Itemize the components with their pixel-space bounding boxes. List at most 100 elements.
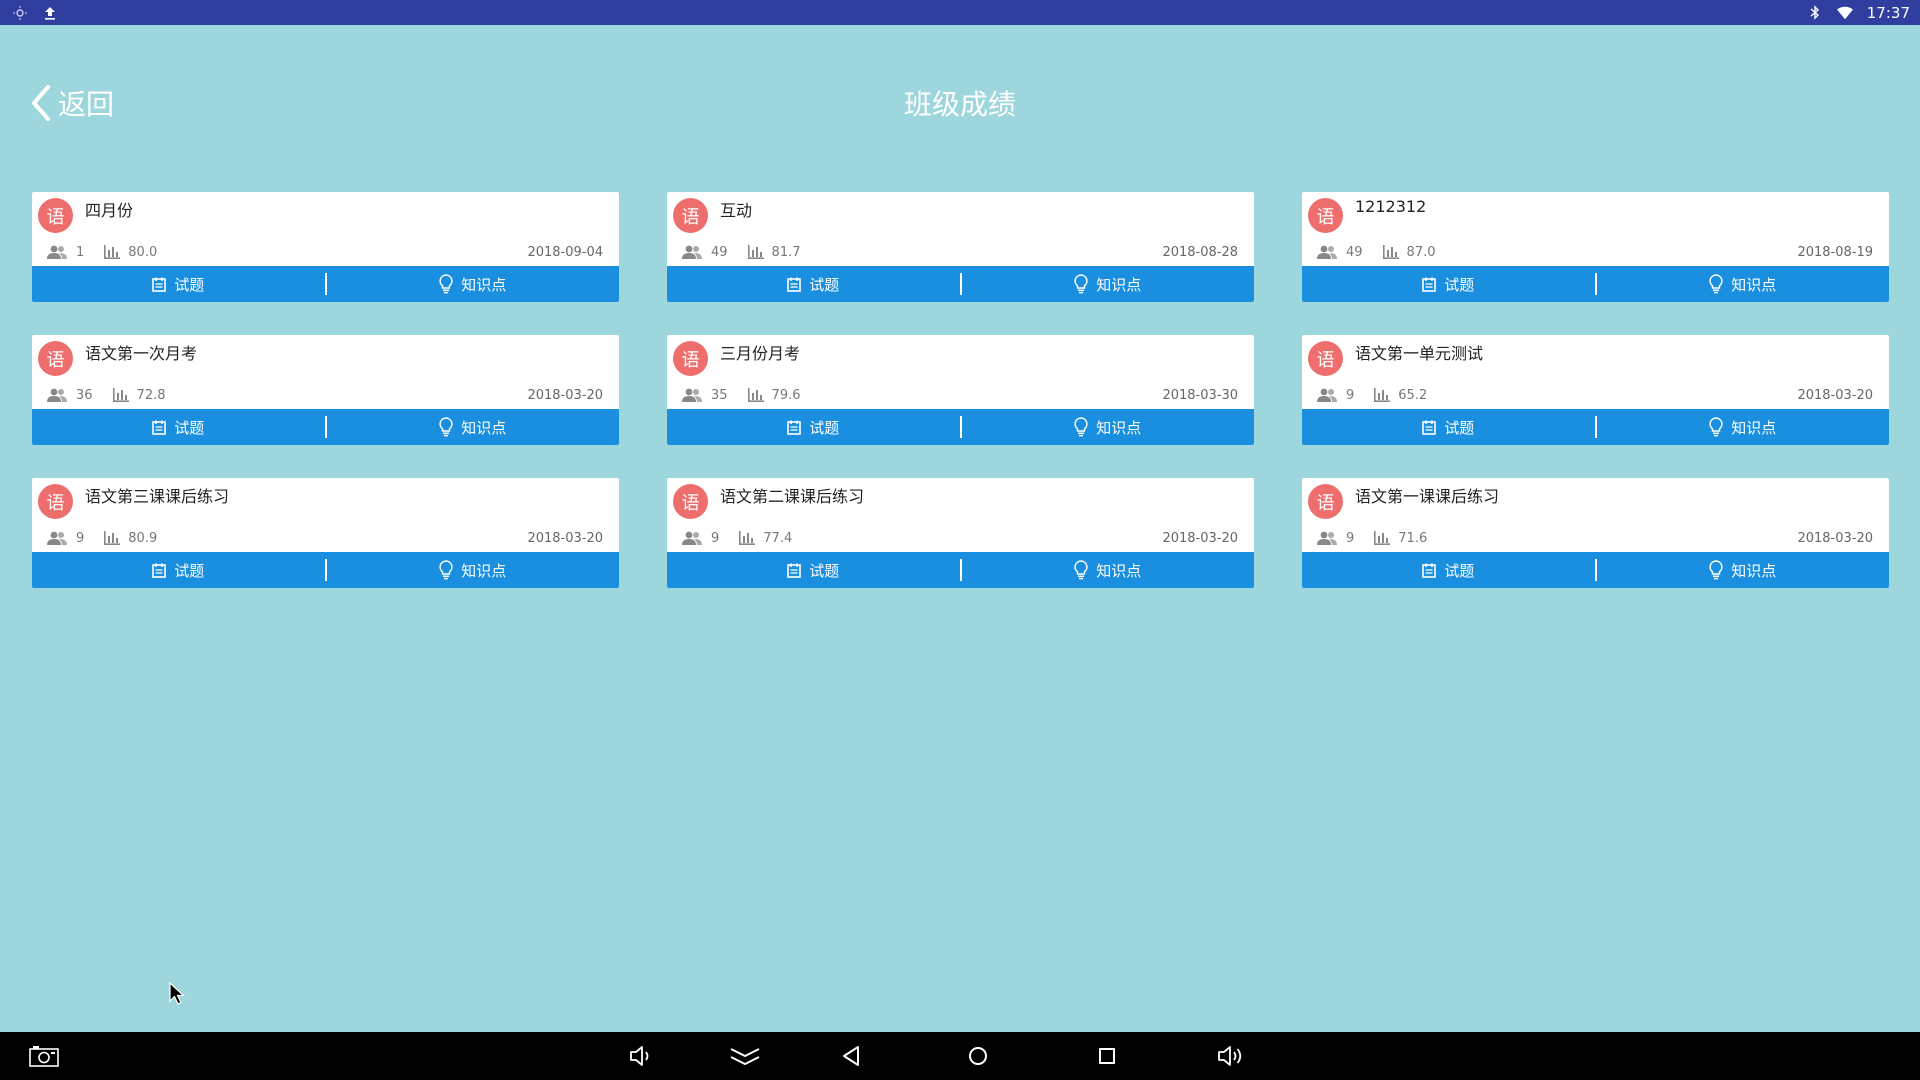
system-nav-bar <box>0 1032 1920 1080</box>
card-actions: 试题 知识点 <box>1302 266 1889 302</box>
volume-up-icon[interactable] <box>1215 1042 1247 1070</box>
back-icon[interactable] <box>835 1042 867 1070</box>
exam-title: 三月份月考 <box>720 344 801 363</box>
exam-card-grid: 语 四月份 1 80.0 2018-09-04 试题 知识点 语 互动 49 8… <box>32 192 1889 588</box>
people-icon <box>682 388 702 402</box>
average-score: 77.4 <box>763 530 793 546</box>
knowledge-label: 知识点 <box>1096 418 1142 437</box>
average-score: 72.8 <box>136 387 166 403</box>
lightbulb-icon <box>439 417 453 437</box>
questions-button[interactable]: 试题 <box>32 266 325 302</box>
exam-date: 2018-03-20 <box>1162 530 1238 546</box>
knowledge-button[interactable]: 知识点 <box>962 409 1255 445</box>
subject-badge: 语 <box>1308 198 1343 233</box>
knowledge-button[interactable]: 知识点 <box>962 266 1255 302</box>
bar-chart-icon <box>1374 388 1391 402</box>
exam-date: 2018-03-20 <box>1797 530 1873 546</box>
knowledge-label: 知识点 <box>1096 275 1142 294</box>
bar-chart-icon <box>747 388 764 402</box>
exam-card[interactable]: 语 四月份 1 80.0 2018-09-04 试题 知识点 <box>32 192 619 302</box>
status-time: 17:37 <box>1866 3 1910 22</box>
lightbulb-icon <box>1074 417 1088 437</box>
knowledge-label: 知识点 <box>1731 561 1777 580</box>
lightbulb-icon <box>439 274 453 294</box>
exam-title: 语文第一次月考 <box>85 344 198 363</box>
exam-meta: 9 77.4 2018-03-20 <box>681 529 1238 547</box>
wifi-icon <box>1836 5 1853 21</box>
subject-badge: 语 <box>673 484 708 519</box>
knowledge-button[interactable]: 知识点 <box>327 266 620 302</box>
lightbulb-icon <box>439 560 453 580</box>
average-score: 87.0 <box>1406 244 1436 260</box>
card-actions: 试题 知识点 <box>1302 409 1889 445</box>
exam-card[interactable]: 语 语文第一单元测试 9 65.2 2018-03-20 试题 知识点 <box>1302 335 1889 445</box>
questions-button[interactable]: 试题 <box>1302 552 1595 588</box>
exam-card[interactable]: 语 语文第二课课后练习 9 77.4 2018-03-20 试题 知识点 <box>667 478 1254 588</box>
questions-label: 试题 <box>174 561 205 580</box>
knowledge-button[interactable]: 知识点 <box>1597 409 1890 445</box>
notebook-icon <box>787 277 802 292</box>
collapse-icon[interactable] <box>729 1042 761 1070</box>
exam-card[interactable]: 语 1212312 49 87.0 2018-08-19 试题 知识点 <box>1302 192 1889 302</box>
exam-card[interactable]: 语 语文第一课课后练习 9 71.6 2018-03-20 试题 知识点 <box>1302 478 1889 588</box>
questions-button[interactable]: 试题 <box>1302 266 1595 302</box>
exam-date: 2018-08-19 <box>1797 244 1873 260</box>
card-actions: 试题 知识点 <box>667 409 1254 445</box>
recents-icon[interactable] <box>1091 1042 1123 1070</box>
knowledge-label: 知识点 <box>461 561 507 580</box>
exam-date: 2018-03-20 <box>527 387 603 403</box>
card-actions: 试题 知识点 <box>667 266 1254 302</box>
questions-button[interactable]: 试题 <box>667 266 960 302</box>
exam-meta: 9 65.2 2018-03-20 <box>1316 386 1873 404</box>
mouse-cursor-icon <box>169 982 185 1005</box>
notebook-icon <box>152 420 167 435</box>
average-score: 81.7 <box>771 244 801 260</box>
people-icon <box>1317 531 1337 545</box>
knowledge-button[interactable]: 知识点 <box>1597 266 1890 302</box>
exam-meta: 9 80.9 2018-03-20 <box>46 529 603 547</box>
notebook-icon <box>152 277 167 292</box>
exam-card[interactable]: 语 互动 49 81.7 2018-08-28 试题 知识点 <box>667 192 1254 302</box>
brightness-icon <box>12 5 28 21</box>
people-icon <box>47 531 67 545</box>
exam-title: 语文第一单元测试 <box>1355 344 1484 363</box>
knowledge-button[interactable]: 知识点 <box>962 552 1255 588</box>
volume-down-icon[interactable] <box>625 1042 657 1070</box>
average-score: 80.9 <box>128 530 158 546</box>
lightbulb-icon <box>1709 560 1723 580</box>
header: 返回 班级成绩 <box>0 25 1920 175</box>
exam-title: 1212312 <box>1355 197 1427 216</box>
questions-button[interactable]: 试题 <box>32 552 325 588</box>
knowledge-button[interactable]: 知识点 <box>327 552 620 588</box>
questions-button[interactable]: 试题 <box>32 409 325 445</box>
questions-label: 试题 <box>174 418 205 437</box>
home-icon[interactable] <box>962 1042 994 1070</box>
screenshot-icon[interactable] <box>28 1042 60 1070</box>
people-icon <box>1317 388 1337 402</box>
bar-chart-icon <box>747 245 764 259</box>
lightbulb-icon <box>1074 560 1088 580</box>
questions-button[interactable]: 试题 <box>1302 409 1595 445</box>
notebook-icon <box>1422 277 1437 292</box>
card-actions: 试题 知识点 <box>32 552 619 588</box>
knowledge-label: 知识点 <box>1096 561 1142 580</box>
status-bar: 17:37 <box>0 0 1920 25</box>
exam-meta: 35 79.6 2018-03-30 <box>681 386 1238 404</box>
student-count: 9 <box>711 530 720 546</box>
exam-card[interactable]: 语 语文第一次月考 36 72.8 2018-03-20 试题 知识点 <box>32 335 619 445</box>
bluetooth-icon <box>1807 5 1823 21</box>
questions-label: 试题 <box>1444 418 1475 437</box>
people-icon <box>682 531 702 545</box>
student-count: 1 <box>76 244 85 260</box>
knowledge-button[interactable]: 知识点 <box>1597 552 1890 588</box>
questions-button[interactable]: 试题 <box>667 552 960 588</box>
knowledge-button[interactable]: 知识点 <box>327 409 620 445</box>
exam-title: 语文第一课课后练习 <box>1355 487 1500 506</box>
exam-card[interactable]: 语 语文第三课课后练习 9 80.9 2018-03-20 试题 知识点 <box>32 478 619 588</box>
notebook-icon <box>1422 563 1437 578</box>
exam-card[interactable]: 语 三月份月考 35 79.6 2018-03-30 试题 知识点 <box>667 335 1254 445</box>
questions-label: 试题 <box>174 275 205 294</box>
upload-icon <box>42 5 58 21</box>
questions-label: 试题 <box>809 561 840 580</box>
questions-button[interactable]: 试题 <box>667 409 960 445</box>
